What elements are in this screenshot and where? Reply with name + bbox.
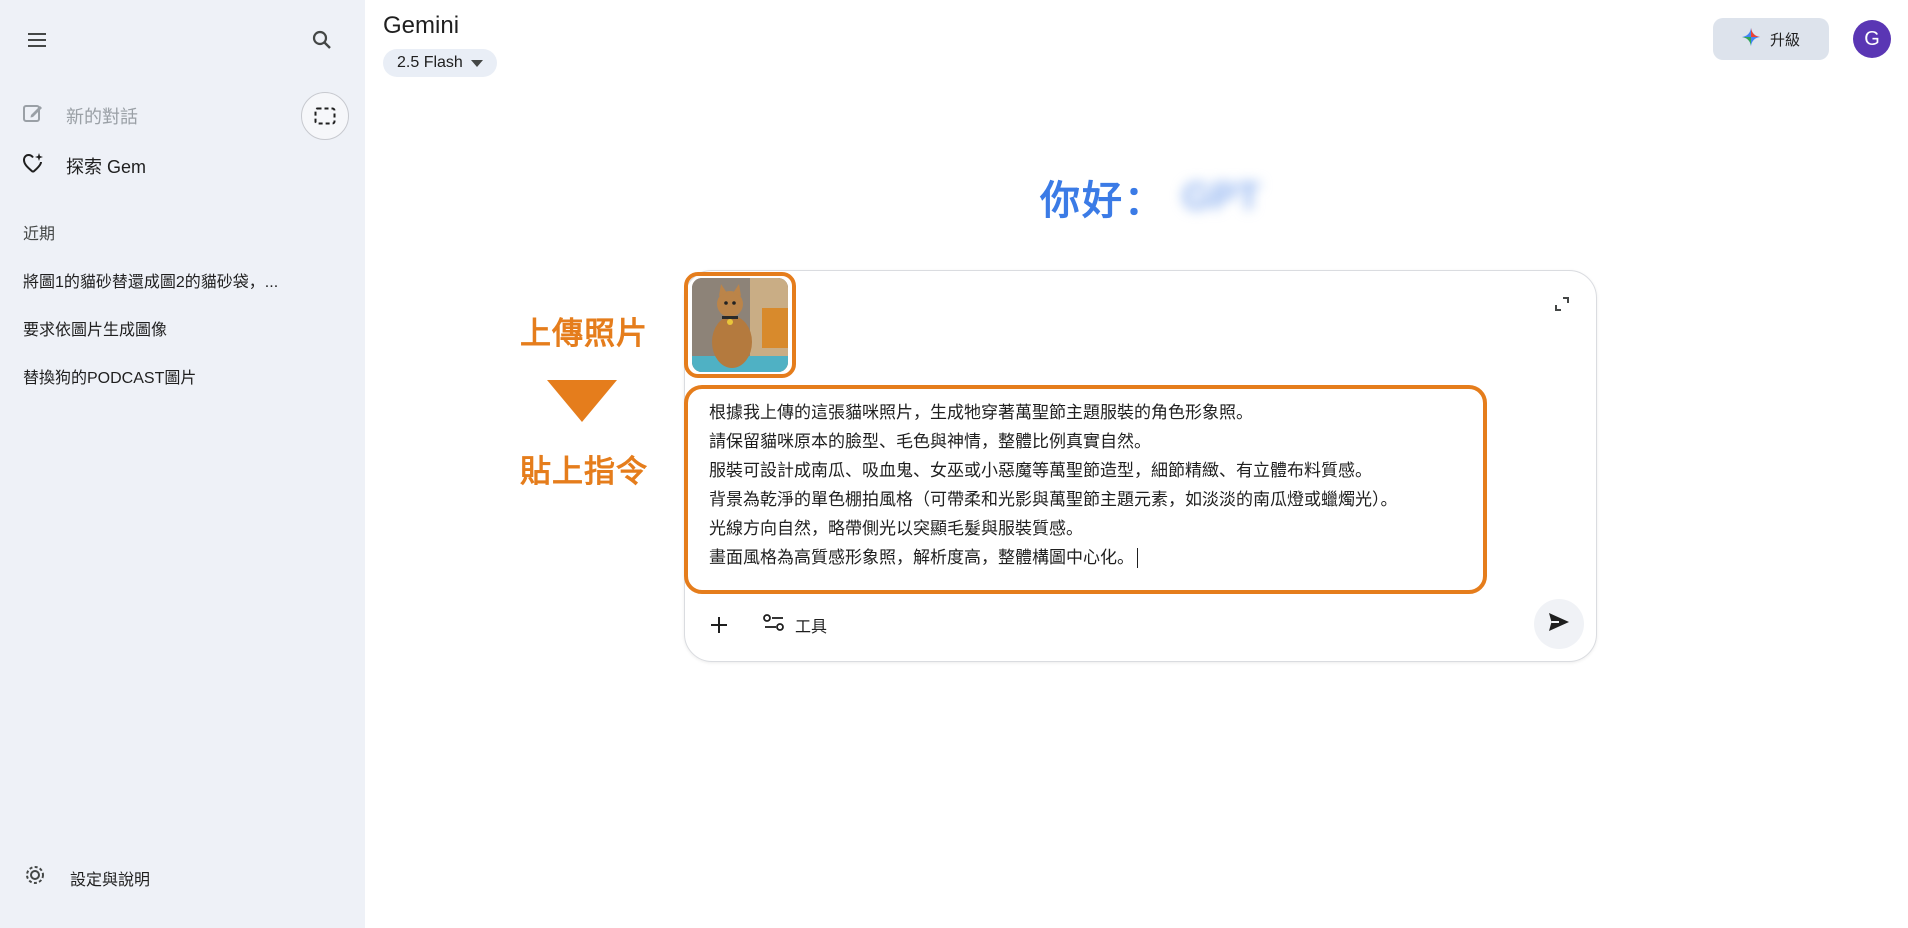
uploaded-cat-photo[interactable] <box>692 278 788 372</box>
temporary-chat-button[interactable] <box>301 92 349 140</box>
recent-heading: 近期 <box>23 226 56 243</box>
prompt-line: 服裝可設計成南瓜、吸血鬼、女巫或小惡魔等萬聖節造型，細節精緻、有立體布料質感。 <box>709 461 1372 481</box>
greeting-name: GPT <box>1182 175 1261 218</box>
explore-gem-button[interactable]: 探索 Gem <box>22 152 146 179</box>
prompt-line: 請保留貓咪原本的臉型、毛色與神情，整體比例真實自然。 <box>709 432 1151 452</box>
model-label: 2.5 Flash <box>397 54 463 71</box>
recent-item[interactable]: 替換狗的PODCAST圖片 <box>23 364 196 388</box>
prompt-line: 根據我上傳的這張貓咪照片，生成牠穿著萬聖節主題服裝的角色形象照。 <box>709 403 1253 423</box>
explore-gem-label: 探索 Gem <box>66 156 147 177</box>
sparkle-icon <box>1741 28 1760 50</box>
menu-icon[interactable] <box>18 20 58 60</box>
model-selector[interactable]: 2.5 Flash <box>383 49 497 77</box>
uploaded-image-highlight <box>684 272 796 378</box>
prompt-line-text: 畫面風格為高質感形象照，解析度高，整體構圖中心化。 <box>709 548 1134 568</box>
send-button[interactable] <box>1534 599 1584 649</box>
app-title: Gemini <box>383 12 460 39</box>
new-chat-button[interactable]: 新的對話 <box>22 102 138 129</box>
add-file-button[interactable] <box>702 608 736 642</box>
upload-photo-annotation: 上傳照片 <box>520 316 648 351</box>
greeting: 你好： GPT <box>1040 168 1260 226</box>
settings-label: 設定與說明 <box>70 871 151 889</box>
expand-icon[interactable] <box>1548 290 1576 318</box>
prompt-textarea[interactable]: 根據我上傳的這張貓咪照片，生成牠穿著萬聖節主題服裝的角色形象照。 請保留貓咪原本… <box>709 399 1489 573</box>
paste-prompt-annotation: 貼上指令 <box>520 454 648 489</box>
recent-item[interactable]: 將圖1的貓砂替還成圖2的貓砂袋，... <box>23 268 278 292</box>
greeting-text: 你好： <box>1040 179 1166 223</box>
caret-down-icon <box>470 59 483 67</box>
search-icon[interactable] <box>302 20 342 60</box>
prompt-line: 光線方向自然，略帶側光以突顯毛髮與服裝質感。 <box>709 519 1083 539</box>
gem-sparkle-icon <box>22 152 44 179</box>
avatar[interactable]: G <box>1853 20 1891 58</box>
edit-icon <box>22 102 44 129</box>
tools-label: 工具 <box>795 619 828 636</box>
send-icon <box>1548 612 1570 637</box>
down-arrow-icon <box>547 380 617 422</box>
gear-icon <box>24 864 46 891</box>
upgrade-label: 升級 <box>1769 31 1800 49</box>
recent-item[interactable]: 要求依圖片生成圖像 <box>23 316 167 340</box>
settings-button[interactable]: 設定與說明 <box>24 864 150 891</box>
prompt-line-last: 畫面風格為高質感形象照，解析度高，整體構圖中心化。 <box>709 544 1489 573</box>
new-chat-label: 新的對話 <box>66 106 138 127</box>
tools-sliders-icon <box>763 613 785 638</box>
tools-button[interactable]: 工具 <box>763 610 827 640</box>
text-cursor <box>1137 548 1138 568</box>
sidebar: 新的對話 探索 Gem 近期 將圖1的貓砂替還成圖2的貓砂袋，... 要求依圖片… <box>0 0 365 928</box>
prompt-line: 背景為乾淨的單色棚拍風格（可帶柔和光影與萬聖節主題元素，如淡淡的南瓜燈或蠟燭光）… <box>709 490 1398 510</box>
upgrade-button[interactable]: 升級 <box>1713 18 1829 60</box>
